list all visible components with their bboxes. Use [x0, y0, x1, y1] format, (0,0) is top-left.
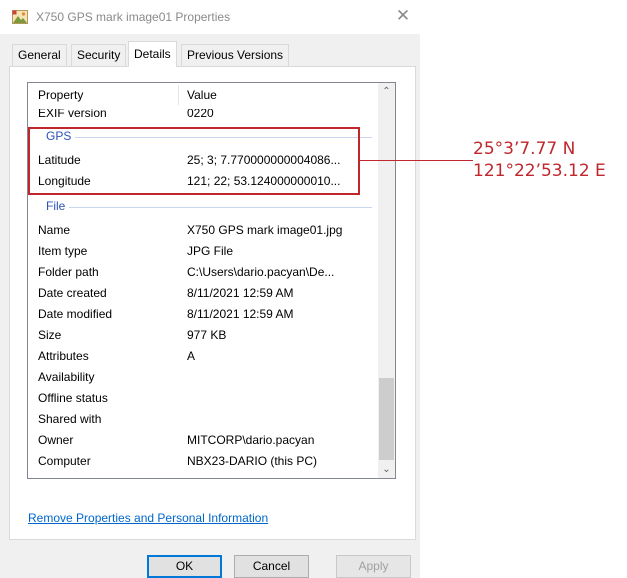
- property-value: A: [187, 349, 196, 363]
- column-header-property[interactable]: Property: [38, 88, 83, 102]
- property-value: 8/11/2021 12:59 AM: [187, 286, 294, 300]
- remove-properties-link[interactable]: Remove Properties and Personal Informati…: [28, 511, 268, 525]
- gps-highlight-box: [28, 127, 360, 195]
- list-item[interactable]: Computer NBX23-DARIO (this PC): [28, 451, 378, 472]
- vertical-scrollbar[interactable]: ⌃ ⌄: [378, 83, 395, 478]
- list-item[interactable]: Date modified 8/11/2021 12:59 AM: [28, 304, 378, 325]
- list-item[interactable]: Offline status: [28, 388, 378, 409]
- property-value: X750 GPS mark image01.jpg: [187, 223, 343, 237]
- close-icon[interactable]: ✕: [390, 4, 416, 30]
- list-item[interactable]: Name X750 GPS mark image01.jpg: [28, 220, 378, 241]
- window-title: X750 GPS mark image01 Properties: [36, 10, 231, 24]
- tab-details[interactable]: Details: [128, 41, 177, 67]
- list-item[interactable]: Size 977 KB: [28, 325, 378, 346]
- list-item[interactable]: Availability: [28, 367, 378, 388]
- list-item[interactable]: Attributes A: [28, 346, 378, 367]
- property-value: 0220: [187, 109, 214, 120]
- tab-general[interactable]: General: [12, 44, 67, 66]
- callout-latitude: 25°3’7.77 N: [473, 139, 576, 159]
- tab-security[interactable]: Security: [71, 44, 127, 66]
- property-value: 977 KB: [187, 328, 227, 342]
- property-name: Size: [38, 328, 62, 342]
- callout-longitude: 121°22’53.12 E: [473, 161, 606, 181]
- tab-previous-versions[interactable]: Previous Versions: [181, 44, 290, 66]
- column-divider[interactable]: [178, 85, 179, 105]
- group-divider: [46, 207, 372, 208]
- property-name: Date created: [38, 286, 107, 300]
- list-item[interactable]: Folder path C:\Users\dario.pacyan\De...: [28, 262, 378, 283]
- property-name: Item type: [38, 244, 88, 258]
- property-name: Attributes: [38, 349, 89, 363]
- property-name: Date modified: [38, 307, 113, 321]
- scroll-up-icon[interactable]: ⌃: [378, 83, 395, 100]
- list-header: Property Value: [28, 83, 378, 109]
- cancel-button[interactable]: Cancel: [234, 555, 309, 578]
- property-name: Offline status: [38, 391, 108, 405]
- property-name: Availability: [38, 370, 95, 384]
- column-header-value[interactable]: Value: [187, 88, 217, 102]
- property-value: 8/11/2021 12:59 AM: [187, 307, 294, 321]
- property-value: C:\Users\dario.pacyan\De...: [187, 265, 335, 279]
- property-name: Shared with: [38, 412, 102, 426]
- list-item[interactable]: Item type JPG File: [28, 241, 378, 262]
- property-value: JPG File: [187, 244, 234, 258]
- list-item[interactable]: Date created 8/11/2021 12:59 AM: [28, 283, 378, 304]
- property-name: Folder path: [38, 265, 99, 279]
- ok-button[interactable]: OK: [147, 555, 222, 578]
- property-name: EXIF version: [38, 109, 107, 120]
- list-item[interactable]: EXIF version 0220: [28, 109, 378, 122]
- image-file-icon: [12, 10, 28, 24]
- scroll-down-icon[interactable]: ⌄: [378, 461, 395, 478]
- properties-dialog: X750 GPS mark image01 Properties ✕ Gener…: [0, 0, 420, 578]
- group-label-file[interactable]: File: [46, 199, 70, 213]
- property-name: Computer: [38, 454, 91, 468]
- property-value: NBX23-DARIO (this PC): [187, 454, 318, 468]
- callout-connector: [360, 160, 473, 161]
- title-bar: X750 GPS mark image01 Properties ✕: [0, 0, 420, 34]
- scrollbar-thumb[interactable]: [379, 378, 394, 460]
- list-item[interactable]: Owner MITCORP\dario.pacyan: [28, 430, 378, 451]
- apply-button: Apply: [336, 555, 411, 578]
- property-name: Name: [38, 223, 71, 237]
- list-item[interactable]: Shared with: [28, 409, 378, 430]
- property-value: MITCORP\dario.pacyan: [187, 433, 315, 447]
- property-name: Owner: [38, 433, 74, 447]
